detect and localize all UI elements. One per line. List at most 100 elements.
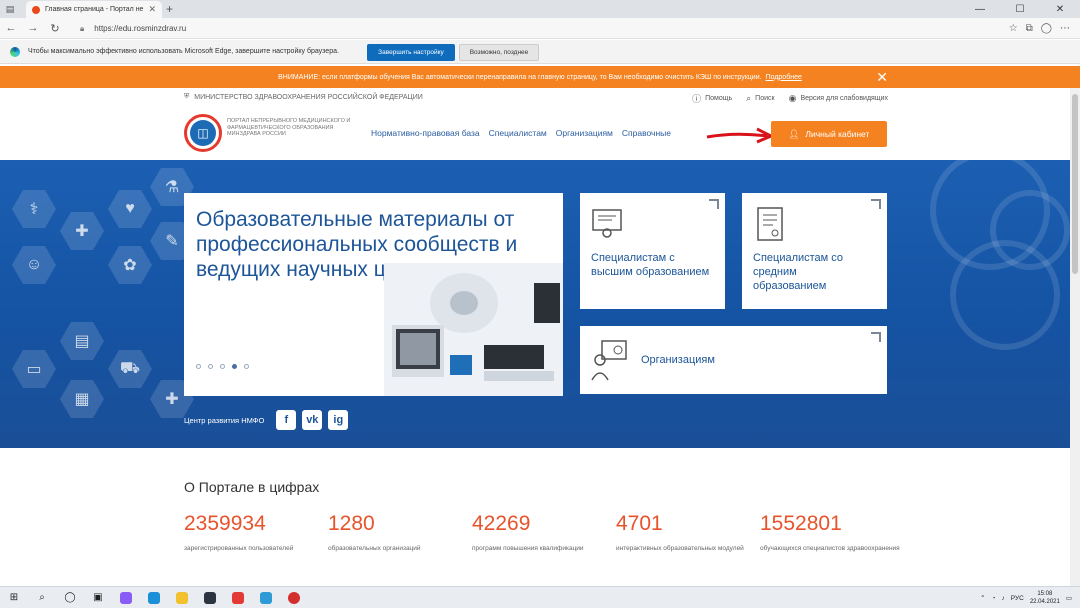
- window-close-icon[interactable]: ✕: [1040, 0, 1080, 18]
- network-icon[interactable]: ◔: [992, 595, 996, 602]
- tab-title: Главная страница - Портал не: [45, 6, 144, 13]
- stat-label: программ повышения квалификации: [472, 545, 584, 552]
- scrollbar-thumb[interactable]: [1072, 94, 1078, 274]
- slide-dot[interactable]: [220, 364, 225, 369]
- help-link[interactable]: ⓘ Помощь: [692, 92, 732, 105]
- personal-cabinet-button[interactable]: 👤︎ Личный кабинет: [771, 121, 887, 147]
- language-indicator[interactable]: РУС: [1011, 595, 1024, 602]
- clock-date: 22.04.2021: [1029, 599, 1060, 605]
- social-links: Центр развития НМФО f vk ig: [184, 410, 349, 430]
- opera-icon[interactable]: [280, 587, 308, 608]
- card-higher-label: Специалистам с высшим образованием: [591, 252, 710, 278]
- stat-item: 4701 интерактивных образовательных модул…: [616, 512, 756, 553]
- card-middle-education[interactable]: Специалистам со средним образованием: [742, 193, 887, 309]
- stat-value: 4701: [616, 512, 663, 535]
- browser-infobar: Чтобы максимально эффективно использоват…: [0, 40, 1080, 64]
- cortana-icon[interactable]: ◯: [56, 587, 84, 608]
- new-tab-icon[interactable]: +: [166, 2, 173, 16]
- search-link[interactable]: ⌕ Поиск: [746, 92, 774, 105]
- logo-text: ПОРТАЛ НЕПРЕРЫВНОГО МЕДИЦИНСКОГО И ФАРМА…: [227, 118, 351, 137]
- stat-label: зарегистрированных пользователей: [184, 545, 294, 552]
- stat-label: образовательных организаций: [328, 545, 421, 552]
- explorer-icon[interactable]: [168, 587, 196, 608]
- close-icon[interactable]: ✕: [876, 69, 888, 86]
- tray-chevron-icon[interactable]: ⌃: [980, 594, 985, 602]
- favorites-star-icon[interactable]: ☆: [1009, 23, 1018, 34]
- notifications-icon[interactable]: ▭: [1066, 594, 1072, 602]
- start-icon[interactable]: ⊞: [0, 587, 28, 608]
- slide-dot[interactable]: [196, 364, 201, 369]
- slide-dot[interactable]: [208, 364, 213, 369]
- close-icon[interactable]: ✕: [148, 4, 156, 15]
- yandex-icon[interactable]: [224, 587, 252, 608]
- stat-item: 1280 образовательных организаций: [328, 512, 468, 553]
- search-label: Поиск: [755, 95, 775, 102]
- medical-hex-icon: ☺: [12, 246, 56, 284]
- url-field[interactable]: 🔒︎ https://edu.rosminzdrav.ru: [80, 21, 940, 36]
- mail-icon[interactable]: [196, 587, 224, 608]
- personal-cabinet-label: Личный кабинет: [805, 129, 870, 139]
- page-scrollbar[interactable]: [1070, 88, 1080, 586]
- social-label: Центр развития НМФО: [184, 415, 265, 425]
- volume-icon[interactable]: ♪: [1002, 595, 1005, 602]
- tab-actions-icon[interactable]: ▤: [0, 0, 20, 18]
- accessibility-link[interactable]: ◉ Версия для слабовидящих: [789, 92, 888, 105]
- medical-hex-icon: ▭: [12, 350, 56, 388]
- back-icon[interactable]: ←: [0, 18, 22, 39]
- forward-icon[interactable]: →: [22, 18, 44, 39]
- corner-arrow-icon: [871, 332, 881, 342]
- vk-icon[interactable]: vk: [302, 410, 323, 430]
- warning-link[interactable]: Подробнее: [766, 74, 802, 81]
- card-organizations[interactable]: Организациям: [580, 326, 887, 394]
- utility-links: ⓘ Помощь ⌕ Поиск ◉ Версия для слабовидящих: [692, 92, 888, 105]
- later-button[interactable]: Возможно, позднее: [459, 44, 539, 61]
- help-icon: ⓘ: [692, 94, 702, 104]
- search-icon: ⌕: [746, 93, 752, 103]
- warning-banner: ВНИМАНИЕ: если платформы обучения Вас ав…: [0, 66, 1080, 88]
- corner-arrow-icon: [871, 199, 881, 209]
- profile-icon[interactable]: ◯: [1041, 23, 1052, 34]
- browser-tab[interactable]: Главная страница - Портал не ✕: [26, 1, 162, 18]
- infobar-text: Чтобы максимально эффективно использоват…: [28, 48, 339, 55]
- nav-item-reference[interactable]: Справочные: [622, 128, 671, 138]
- windows-taskbar: ⊞ ⌕ ◯ ▣ ⌃ ◔ ♪ РУС 15:08 22.04.2021 ▭: [0, 586, 1080, 608]
- red-arrow-annotation: [706, 127, 775, 144]
- finish-setup-button[interactable]: Завершить настройку: [367, 44, 455, 61]
- book-icon: ◫: [190, 120, 216, 146]
- stat-label: интерактивных образовательных модулей: [616, 545, 744, 552]
- stat-value: 1552801: [760, 512, 842, 535]
- medical-hex-icon: ▤: [60, 322, 104, 360]
- nav-item-legal[interactable]: Нормативно-правовая база: [371, 128, 480, 138]
- card-higher-education[interactable]: Специалистам с высшим образованием: [580, 193, 725, 309]
- stat-value: 1280: [328, 512, 375, 535]
- slide-dot[interactable]: [244, 364, 249, 369]
- more-menu-icon[interactable]: ⋯: [1060, 23, 1070, 34]
- help-label: Помощь: [705, 95, 733, 102]
- facebook-icon[interactable]: f: [276, 410, 297, 430]
- app-icon[interactable]: [112, 587, 140, 608]
- clock[interactable]: 15:08 22.04.2021: [1030, 590, 1060, 606]
- search-icon[interactable]: ⌕: [28, 587, 56, 608]
- portal-logo[interactable]: ◫: [184, 114, 222, 152]
- stat-label: обучающихся специалистов здравоохранения: [760, 545, 900, 552]
- warning-text: ВНИМАНИЕ: если платформы обучения Вас ав…: [278, 73, 762, 81]
- maximize-icon[interactable]: ☐: [1000, 0, 1040, 18]
- card-organizations-label: Организациям: [641, 354, 715, 366]
- edge-logo-icon: [10, 46, 20, 57]
- edge-icon[interactable]: [140, 587, 168, 608]
- hero-slide[interactable]: Образовательные материалы от профессиона…: [184, 193, 563, 396]
- instagram-icon[interactable]: ig: [328, 410, 349, 430]
- accessibility-label: Версия для слабовидящих: [800, 95, 888, 102]
- task-view-icon[interactable]: ▣: [84, 587, 112, 608]
- stat-item: 1552801 обучающихся специалистов здравоо…: [760, 512, 900, 553]
- collections-icon[interactable]: ⧉: [1026, 23, 1033, 34]
- app-icon[interactable]: [252, 587, 280, 608]
- reload-icon[interactable]: ↻: [44, 18, 66, 39]
- ministry-label: ⛨ МИНИСТЕРСТВО ЗДРАВООХРАНЕНИЯ РОССИЙСКО…: [184, 93, 423, 101]
- minimize-icon[interactable]: —: [960, 0, 1000, 18]
- nav-item-specialists[interactable]: Специалистам: [489, 128, 547, 138]
- slide-dot-active[interactable]: [232, 364, 237, 369]
- medical-hex-icon: ✚: [60, 212, 104, 250]
- stat-value: 42269: [472, 512, 531, 535]
- nav-item-organizations[interactable]: Организациям: [556, 128, 613, 138]
